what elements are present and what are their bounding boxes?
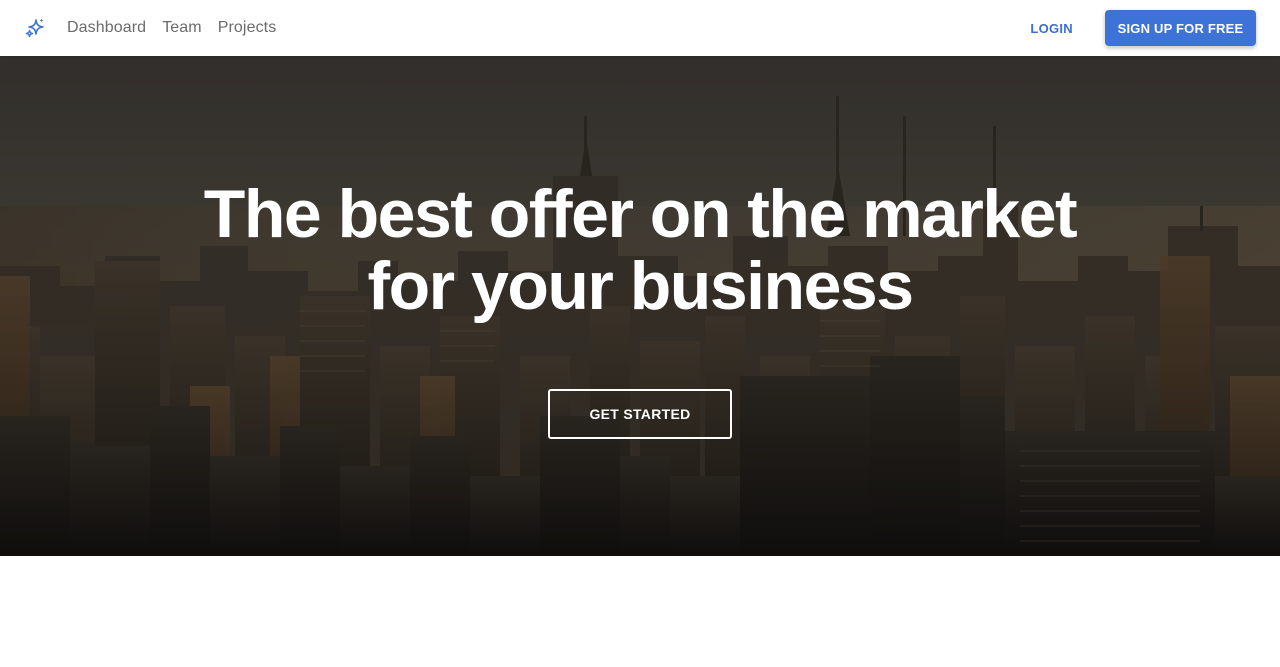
hero-title-line-2: for your business: [367, 248, 914, 324]
nav-actions: LOGIN SIGN UP FOR FREE: [1012, 10, 1256, 46]
nav-link-team[interactable]: Team: [162, 19, 202, 37]
navbar: Dashboard Team Projects LOGIN SIGN UP FO…: [0, 0, 1280, 56]
get-started-button[interactable]: GET STARTED: [548, 389, 732, 439]
nav-link-projects[interactable]: Projects: [218, 19, 277, 37]
signup-button[interactable]: SIGN UP FOR FREE: [1105, 10, 1256, 46]
hero-title: The best offer on the market for your bu…: [140, 178, 1140, 322]
nav-link-dashboard[interactable]: Dashboard: [67, 19, 146, 37]
hero-section: The best offer on the market for your bu…: [0, 56, 1280, 556]
hero-title-line-1: The best offer on the market: [203, 176, 1078, 252]
sparkles-icon[interactable]: [24, 17, 46, 39]
hero-content: The best offer on the market for your bu…: [0, 56, 1280, 556]
nav-links: Dashboard Team Projects: [67, 19, 292, 37]
login-button[interactable]: LOGIN: [1012, 11, 1091, 46]
